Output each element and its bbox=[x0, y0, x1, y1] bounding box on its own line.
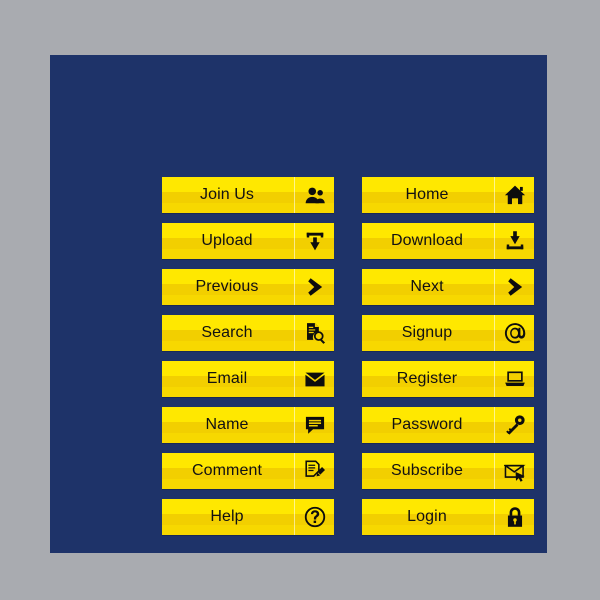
left-button-column: Join Us Upload Previous Search Email Nam… bbox=[162, 177, 334, 541]
button-search[interactable]: Search bbox=[162, 315, 334, 351]
chevron-right-icon bbox=[494, 269, 534, 305]
users-icon bbox=[294, 177, 334, 213]
button-name[interactable]: Name bbox=[162, 407, 334, 443]
document-pencil-icon bbox=[294, 453, 334, 489]
padlock-icon bbox=[494, 499, 534, 535]
button-set-panel: Join Us Upload Previous Search Email Nam… bbox=[50, 55, 547, 553]
button-subscribe[interactable]: Subscribe bbox=[362, 453, 534, 489]
house-icon bbox=[494, 177, 534, 213]
envelope-icon bbox=[294, 361, 334, 397]
envelope-cursor-icon bbox=[494, 453, 534, 489]
button-label: Signup bbox=[401, 324, 453, 341]
button-label: Help bbox=[210, 508, 244, 525]
button-label: Upload bbox=[201, 232, 253, 249]
button-label: Next bbox=[410, 278, 444, 295]
button-label: Download bbox=[391, 232, 463, 249]
button-home[interactable]: Home bbox=[362, 177, 534, 213]
button-label: Comment bbox=[191, 462, 263, 479]
button-password[interactable]: Password bbox=[362, 407, 534, 443]
button-label: Search bbox=[201, 324, 253, 341]
button-label: Home bbox=[405, 186, 449, 203]
button-columns: Join Us Upload Previous Search Email Nam… bbox=[162, 177, 534, 541]
button-label: Name bbox=[205, 416, 249, 433]
button-label: Login bbox=[407, 508, 447, 525]
button-download[interactable]: Download bbox=[362, 223, 534, 259]
button-comment[interactable]: Comment bbox=[162, 453, 334, 489]
button-signup[interactable]: Signup bbox=[362, 315, 534, 351]
upload-tray-icon bbox=[294, 223, 334, 259]
button-login[interactable]: Login bbox=[362, 499, 534, 535]
button-label: Email bbox=[206, 370, 248, 387]
button-help[interactable]: Help bbox=[162, 499, 334, 535]
right-button-column: Home Download Next Signup Register Passw… bbox=[362, 177, 534, 541]
button-label: Register bbox=[396, 370, 458, 387]
chevron-right-icon bbox=[294, 269, 334, 305]
document-magnifier-icon bbox=[294, 315, 334, 351]
button-upload[interactable]: Upload bbox=[162, 223, 334, 259]
button-email[interactable]: Email bbox=[162, 361, 334, 397]
button-label: Subscribe bbox=[390, 462, 464, 479]
button-next[interactable]: Next bbox=[362, 269, 534, 305]
button-label: Join Us bbox=[199, 186, 255, 203]
screenshot-canvas: Join Us Upload Previous Search Email Nam… bbox=[0, 0, 600, 600]
button-label: Previous bbox=[195, 278, 259, 295]
at-sign-icon bbox=[494, 315, 534, 351]
question-mark-circle-icon bbox=[294, 499, 334, 535]
button-label: Password bbox=[391, 416, 463, 433]
button-previous[interactable]: Previous bbox=[162, 269, 334, 305]
download-tray-icon bbox=[494, 223, 534, 259]
key-icon bbox=[494, 407, 534, 443]
button-join-us[interactable]: Join Us bbox=[162, 177, 334, 213]
speech-bubble-icon bbox=[294, 407, 334, 443]
laptop-icon bbox=[494, 361, 534, 397]
button-register[interactable]: Register bbox=[362, 361, 534, 397]
